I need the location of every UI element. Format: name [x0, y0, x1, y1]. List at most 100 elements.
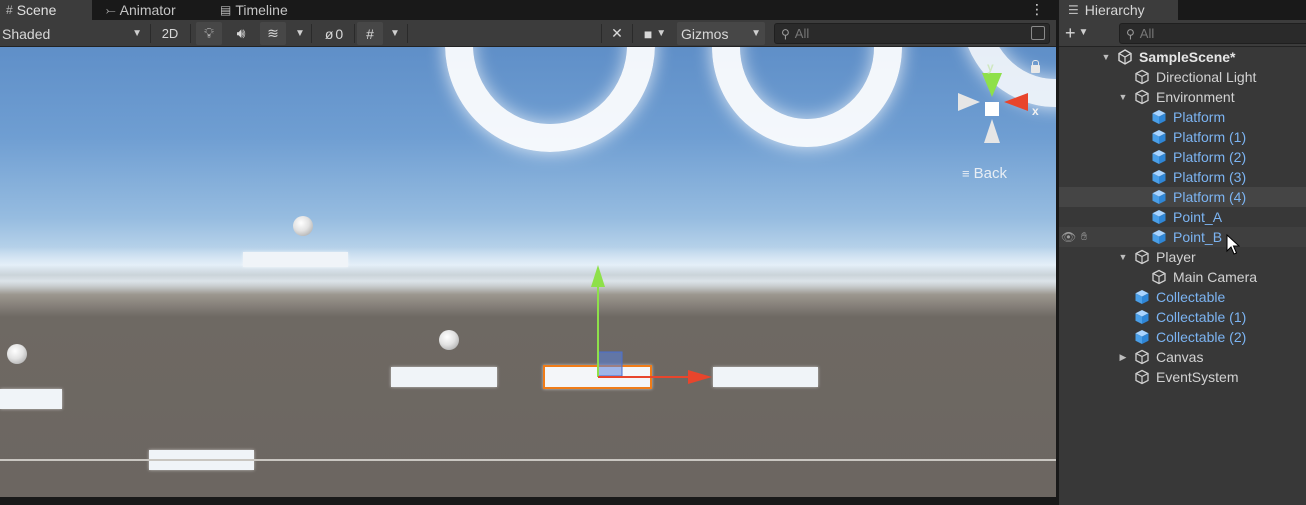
hierarchy-search-field[interactable]: ⚲ All	[1119, 23, 1306, 44]
move-plane-handle	[597, 351, 623, 377]
hierarchy-item[interactable]: Main Camera	[1059, 267, 1306, 287]
tab-timeline-label: Timeline	[235, 2, 288, 18]
prefab-cube-icon	[1152, 170, 1166, 184]
search-mode-icon[interactable]	[1031, 26, 1045, 40]
hierarchy-item[interactable]: ▼ Environment	[1059, 87, 1306, 107]
hierarchy-item-label: Environment	[1156, 89, 1235, 105]
scene-toolbar: Shaded ▼ 2D 💡︎ 🔊︎ ≋ ▼ ø 0 # ▼ ✕ ■ ▼ Gizm…	[0, 20, 1056, 47]
grid-dropdown[interactable]: ▼	[385, 22, 405, 45]
chevron-down-icon: ▼	[751, 28, 761, 39]
tools-button[interactable]: ✕	[604, 22, 630, 45]
scene-root-row[interactable]: ▼ SampleScene*	[1059, 47, 1306, 67]
layers-icon: ≋	[267, 25, 279, 41]
hierarchy-item[interactable]: Platform (3)	[1059, 167, 1306, 187]
view-direction-label[interactable]: ≡ Back	[962, 165, 1007, 182]
prefab-cube-icon	[1135, 330, 1149, 344]
create-button[interactable]: + ▼	[1065, 23, 1088, 43]
plus-icon: +	[1065, 23, 1076, 43]
expand-arrow-icon[interactable]: ▼	[1118, 252, 1128, 262]
more-menu-icon[interactable]: ⋮	[1030, 2, 1044, 16]
animator-icon: ⤚	[106, 2, 116, 17]
hierarchy-item[interactable]: Platform	[1059, 107, 1306, 127]
tab-animator-label: Animator	[119, 2, 176, 18]
lighting-toggle-button[interactable]: 💡︎	[196, 22, 222, 45]
unity-scene-icon	[1118, 49, 1132, 65]
gameobject-cube-icon	[1135, 249, 1149, 265]
list-icon: ☰	[1068, 3, 1079, 17]
tab-hierarchy-label: Hierarchy	[1084, 2, 1145, 18]
scene-panel: # Scene ⤚ Animator ▤ Timeline ⋮ Shaded ▼…	[0, 0, 1056, 505]
toolbar-divider	[632, 24, 633, 43]
scene-viewport[interactable]: y x ≡ Back	[0, 47, 1056, 497]
scene-search-placeholder: All	[794, 26, 810, 41]
hierarchy-item[interactable]: ▼ Player	[1059, 247, 1306, 267]
hierarchy-item-label: Collectable (1)	[1156, 309, 1247, 325]
gizmos-label: Gizmos	[681, 25, 729, 42]
prefab-cube-icon	[1135, 290, 1149, 304]
tab-scene[interactable]: # Scene	[0, 0, 92, 20]
hierarchy-item[interactable]: ▶ Canvas	[1059, 347, 1306, 367]
search-icon: ⚲	[1126, 26, 1135, 41]
lightbulb-icon: 💡︎	[204, 25, 214, 41]
pickability-hand-icon[interactable]: ✋︎	[1081, 231, 1087, 244]
chevron-down-icon: ▼	[390, 28, 400, 39]
camera-settings-dropdown[interactable]: ■ ▼	[636, 22, 674, 45]
tab-hierarchy[interactable]: ☰ Hierarchy	[1059, 0, 1178, 20]
hierarchy-item-label: Point_A	[1173, 209, 1223, 225]
hierarchy-item-label: Platform (3)	[1173, 169, 1247, 185]
effects-dropdown[interactable]: ▼	[290, 22, 310, 45]
audio-toggle-button[interactable]: 🔊︎	[228, 22, 254, 45]
toolbar-divider	[407, 24, 408, 43]
scene-search-field[interactable]: ⚲ All	[774, 23, 1050, 44]
draw-mode-dropdown[interactable]: Shaded ▼	[0, 22, 146, 45]
hierarchy-item[interactable]: Platform (1)	[1059, 127, 1306, 147]
hierarchy-item[interactable]: 👁︎ ✋︎ Point_B	[1059, 227, 1306, 247]
toolbar-divider	[311, 24, 312, 43]
hierarchy-item-label: Platform	[1173, 109, 1226, 125]
hierarchy-item[interactable]: Point_A	[1059, 207, 1306, 227]
mouse-cursor-icon	[1226, 234, 1240, 255]
hierarchy-item[interactable]: Platform (4)	[1059, 187, 1306, 207]
prefab-cube-icon	[1152, 110, 1166, 124]
scene-visibility-toggle[interactable]: ø 0	[316, 22, 352, 45]
hierarchy-rows: Directional Light ▼ Environment Platform Pla…	[1059, 67, 1306, 387]
prefab-cube-icon	[1152, 130, 1166, 144]
prefab-cube-icon	[1152, 230, 1166, 244]
hierarchy-item[interactable]: Platform (2)	[1059, 147, 1306, 167]
chevron-down-icon: ▼	[295, 28, 305, 39]
toolbar-divider	[150, 24, 151, 43]
hierarchy-item-label: Point_B	[1173, 229, 1223, 245]
chevron-down-icon: ▼	[656, 28, 667, 39]
speaker-icon: 🔊︎	[236, 25, 246, 41]
hierarchy-item[interactable]: Collectable (1)	[1059, 307, 1306, 327]
tab-animator[interactable]: ⤚ Animator	[100, 0, 182, 20]
hierarchy-item-label: Collectable (2)	[1156, 329, 1247, 345]
collapse-arrow-icon[interactable]: ▶	[1118, 352, 1128, 363]
effects-toggle-button[interactable]: ≋	[260, 22, 286, 45]
grid-snap-button[interactable]: #	[357, 22, 383, 45]
tab-scene-label: Scene	[16, 2, 57, 18]
hierarchy-tab-bar: ☰ Hierarchy	[1059, 0, 1306, 20]
gameobject-cube-icon	[1135, 89, 1149, 105]
menu-icon: ≡	[962, 166, 970, 181]
hierarchy-item[interactable]: Collectable (2)	[1059, 327, 1306, 347]
hierarchy-item[interactable]: Directional Light	[1059, 67, 1306, 87]
toolbar-divider	[190, 24, 191, 43]
bottom-panel-edge	[0, 497, 1056, 505]
hierarchy-item[interactable]: EventSystem	[1059, 367, 1306, 387]
hierarchy-item[interactable]: Collectable	[1059, 287, 1306, 307]
expand-arrow-icon[interactable]: ▼	[1101, 52, 1111, 62]
lock-icon[interactable]	[1031, 60, 1040, 73]
gizmos-dropdown[interactable]: Gizmos ▼	[677, 22, 765, 45]
prefab-cube-icon	[1152, 210, 1166, 224]
tab-timeline[interactable]: ▤ Timeline	[214, 0, 294, 20]
gameobject-cube-icon	[1152, 269, 1166, 285]
expand-arrow-icon[interactable]: ▼	[1118, 92, 1128, 102]
gameobject-cube-icon	[1135, 69, 1149, 85]
hierarchy-item-label: Platform (2)	[1173, 149, 1247, 165]
visibility-eye-icon[interactable]: 👁︎	[1061, 230, 1076, 244]
toggle-2d-button[interactable]: 2D	[155, 22, 185, 45]
tools-icon: ✕	[611, 25, 623, 41]
toolbar-divider	[601, 24, 602, 43]
timeline-icon: ▤	[220, 3, 232, 17]
